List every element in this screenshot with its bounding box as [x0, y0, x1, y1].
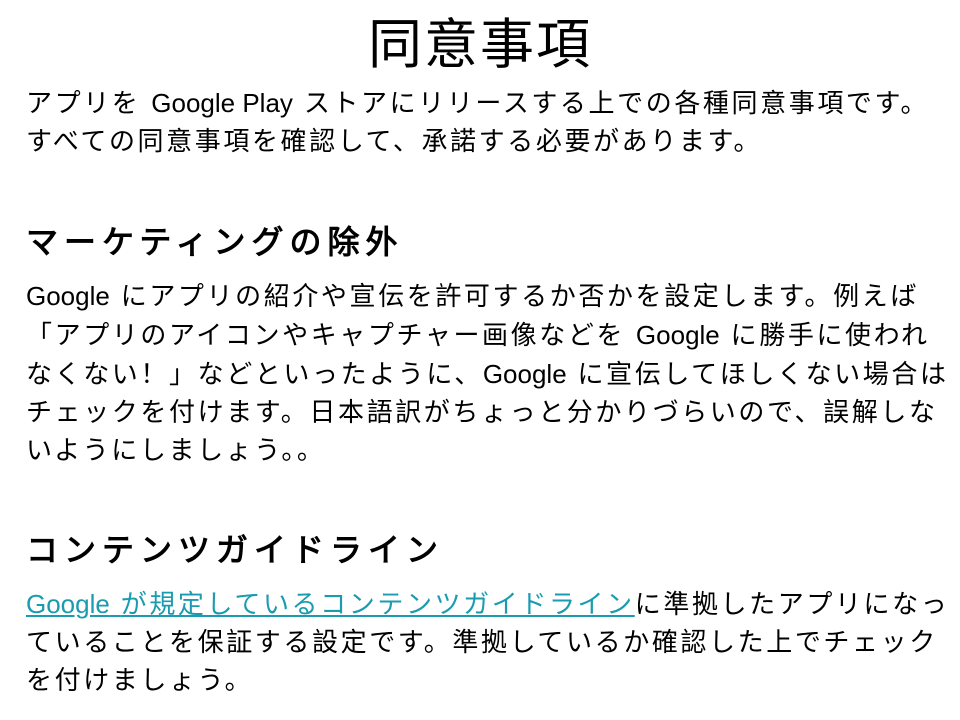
marketing-text-3: Google	[635, 320, 720, 350]
intro-text-1: アプリを	[26, 89, 141, 119]
content-guideline-link-text-2: が規定しているコンテンツガイドライン	[120, 590, 635, 620]
content-guideline-paragraph: Google が規定しているコンテンツガイドラインに準拠したアプリになっているこ…	[26, 585, 951, 700]
content-guideline-link-text-1: Google	[26, 589, 110, 619]
intro-text-2: Google Play	[151, 88, 293, 118]
marketing-heading: マーケティングの除外	[26, 223, 404, 261]
content-guideline-heading: コンテンツガイドライン	[26, 531, 445, 569]
slide-title: 同意事項	[368, 13, 592, 76]
intro-paragraph: アプリを Google Play ストアにリリースする上での各種同意事項です。す…	[26, 84, 951, 161]
marketing-text-5: Google	[482, 359, 567, 389]
slide: 同意事項 アプリを Google Play ストアにリリースする上での各種同意事…	[0, 0, 960, 720]
marketing-paragraph: Google にアプリの紹介や宣伝を許可するか否かを設定します。例えば「アプリの…	[26, 277, 951, 470]
content-guideline-link[interactable]: Google が規定しているコンテンツガイドライン	[26, 589, 635, 620]
marketing-text-1: Google	[26, 281, 110, 311]
